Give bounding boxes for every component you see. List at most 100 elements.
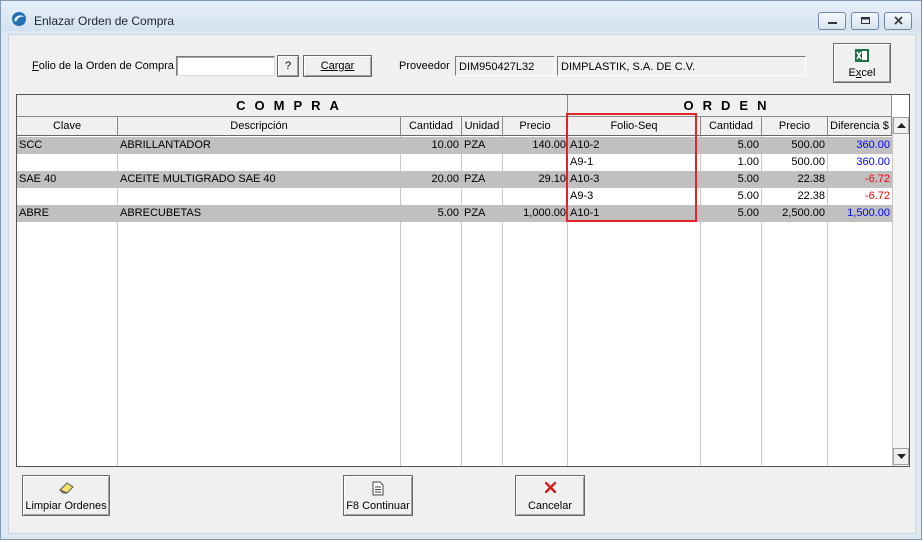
cell-precio [503, 154, 566, 171]
cell-unidad: PZA [464, 207, 486, 219]
dialog-body: Folio de la Orden de Compra ? Cargar Pro… [8, 34, 916, 534]
table-row[interactable]: SAE 40 ACEITE MULTIGRADO SAE 40 20.00 PZ… [17, 171, 892, 188]
col-header-cantidad[interactable]: Cantidad [401, 117, 462, 136]
cell-orden-cantidad: 5.00 [737, 190, 759, 202]
cell-folio-seq: A10-1 [570, 207, 600, 219]
cell-clave: SCC [19, 139, 43, 151]
cell-clave [19, 188, 115, 205]
cell-diferencia: -6.72 [864, 190, 890, 202]
cancel-label: Cancelar [527, 500, 573, 512]
order-link-grid[interactable]: COMPRA ORDEN Clave Descripción Cantidad … [16, 94, 910, 467]
cell-cantidad: 5.00 [437, 207, 459, 219]
excel-button-label: Excel [834, 67, 890, 79]
close-icon [545, 482, 556, 493]
cell-orden-precio: 22.38 [797, 190, 825, 202]
close-icon [894, 16, 903, 25]
title-bar[interactable]: Enlazar Orden de Compra [1, 1, 921, 31]
scroll-up-button[interactable] [893, 117, 909, 134]
window-title: Enlazar Orden de Compra [34, 14, 175, 28]
folio-label-text: olio de la Orden de Compra [38, 60, 174, 72]
cell-orden-precio: 500.00 [791, 139, 825, 151]
col-header-diferencia[interactable]: Diferencia $ [828, 117, 892, 136]
cell-cantidad [401, 188, 459, 205]
cell-orden-cantidad: 5.00 [737, 139, 759, 151]
cell-clave: SAE 40 [19, 173, 57, 185]
col-header-clave[interactable]: Clave [17, 117, 118, 136]
eraser-icon [59, 482, 74, 494]
cancel-button[interactable]: Cancelar [515, 475, 585, 516]
arrow-down-icon [897, 454, 906, 459]
cell-folio-seq: A10-3 [570, 173, 600, 185]
folio-label-hotkey: F [32, 60, 39, 72]
cell-descripcion: ABRILLANTADOR [120, 139, 211, 151]
cell-cantidad [401, 154, 459, 171]
clear-orders-button[interactable]: Limpiar Ordenes [22, 475, 110, 516]
cell-diferencia: -6.72 [864, 173, 890, 185]
cell-precio: 140.00 [532, 139, 566, 151]
proveedor-name-field: DIMPLASTIK, S.A. DE C.V. [557, 56, 806, 76]
folio-label: Folio de la Orden de Compra [32, 60, 174, 72]
col-header-descripcion[interactable]: Descripción [118, 117, 401, 136]
cell-unidad: PZA [464, 139, 486, 151]
maximize-button[interactable] [851, 12, 879, 30]
col-header-folio-seq[interactable]: Folio-Seq [568, 117, 701, 136]
proveedor-rfc-field: DIM950427L32 [455, 56, 555, 76]
cell-orden-precio: 22.38 [797, 173, 825, 185]
vertical-scrollbar[interactable] [892, 117, 909, 466]
load-button[interactable]: Cargar [303, 55, 372, 77]
cell-precio [503, 188, 566, 205]
cell-descripcion [120, 188, 398, 205]
cell-unidad: PZA [464, 173, 486, 185]
excel-label-post: cel [861, 67, 876, 79]
app-logo-icon [12, 12, 26, 26]
excel-button[interactable]: Excel [833, 43, 891, 83]
cell-diferencia: 360.00 [856, 139, 890, 151]
col-header-precio[interactable]: Precio [503, 117, 568, 136]
cell-cantidad: 20.00 [431, 173, 459, 185]
cell-orden-precio: 500.00 [791, 156, 825, 168]
cell-diferencia: 1,500.00 [847, 207, 890, 219]
col-header-unidad[interactable]: Unidad [462, 117, 503, 136]
table-row[interactable]: A9-1 1.00 500.00 360.00 [17, 154, 892, 171]
continue-label: F8 Continuar [346, 500, 410, 512]
load-button-label: Cargar [320, 60, 355, 72]
excel-icon [855, 49, 869, 62]
clear-orders-label: Limpiar Ordenes [25, 500, 107, 512]
cell-unidad [464, 188, 501, 205]
excel-label-pre: E [848, 67, 856, 79]
col-header-orden-cantidad[interactable]: Cantidad [701, 117, 762, 136]
cell-descripcion [120, 154, 398, 171]
main-window: Enlazar Orden de Compra Folio de la Orde… [0, 0, 922, 540]
group-header-compra: COMPRA [17, 95, 568, 117]
cell-descripcion: ABRECUBETAS [120, 207, 202, 219]
continue-button[interactable]: F8 Continuar [343, 475, 413, 516]
minimize-button[interactable] [818, 12, 846, 30]
scroll-down-button[interactable] [893, 448, 909, 465]
cell-descripcion: ACEITE MULTIGRADO SAE 40 [120, 173, 276, 185]
cell-cantidad: 10.00 [431, 139, 459, 151]
cell-clave [19, 154, 115, 171]
cell-precio: 1,000.00 [523, 207, 566, 219]
cell-orden-cantidad: 5.00 [737, 207, 759, 219]
group-header-orden: ORDEN [568, 95, 892, 117]
restore-icon [861, 17, 870, 24]
table-row[interactable]: ABRE ABRECUBETAS 5.00 PZA 1,000.00 A10-1… [17, 205, 892, 222]
proveedor-label: Proveedor [399, 60, 450, 72]
cell-orden-cantidad: 1.00 [737, 156, 759, 168]
cell-clave: ABRE [19, 207, 49, 219]
cell-folio-seq: A9-3 [570, 190, 594, 202]
minimize-icon [828, 22, 837, 24]
cell-orden-cantidad: 5.00 [737, 173, 759, 185]
cell-folio-seq: A10-2 [570, 139, 600, 151]
document-icon [372, 481, 384, 496]
help-button[interactable]: ? [277, 55, 299, 77]
cell-folio-seq: A9-1 [570, 156, 594, 168]
table-row[interactable]: A9-3 5.00 22.38 -6.72 [17, 188, 892, 205]
col-header-orden-precio[interactable]: Precio [762, 117, 828, 136]
table-row[interactable]: SCC ABRILLANTADOR 10.00 PZA 140.00 A10-2… [17, 137, 892, 154]
folio-input[interactable] [176, 56, 275, 76]
close-window-button[interactable] [884, 12, 912, 30]
cell-diferencia: 360.00 [856, 156, 890, 168]
cell-unidad [464, 154, 501, 171]
arrow-up-icon [897, 123, 906, 128]
